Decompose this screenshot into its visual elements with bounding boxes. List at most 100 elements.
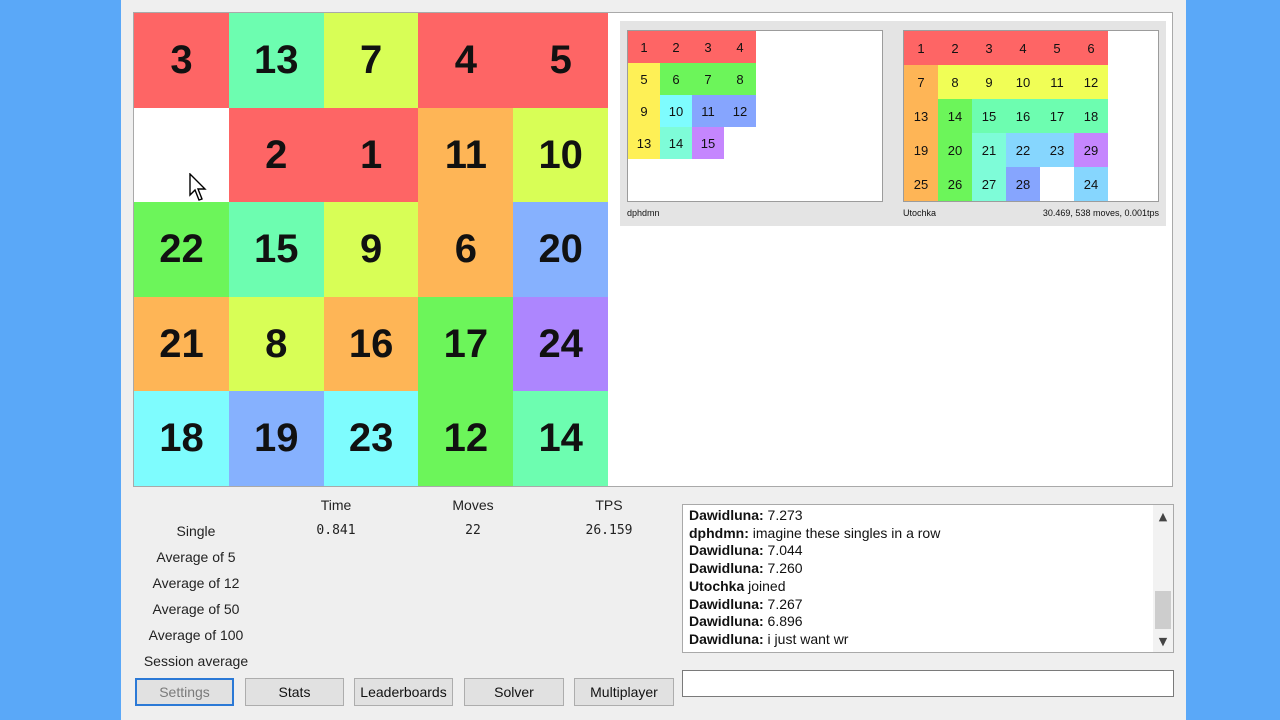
scroll-up-icon[interactable]: ▲ xyxy=(1153,507,1173,525)
puzzle-tile[interactable]: 16 xyxy=(323,296,419,392)
puzzle-tile[interactable]: 24 xyxy=(513,296,609,392)
mini-tile: 6 xyxy=(660,63,692,95)
settings-button[interactable]: Settings xyxy=(135,678,234,706)
puzzle-tile[interactable]: 3 xyxy=(134,13,229,108)
mini-tile: 13 xyxy=(904,99,938,133)
app-window: 3 13 7 4 5 2 1 11 10 22 15 9 6 20 21 8 16 17 24 18 19 23 12 14 … xyxy=(121,0,1186,720)
chat-lines: Dawidluna: 7.273 dphdmn: imagine these si… xyxy=(689,507,1151,649)
puzzle-tile[interactable]: 12 xyxy=(418,391,514,487)
scroll-down-icon[interactable]: ▼ xyxy=(1153,632,1173,650)
puzzle-tile[interactable]: 1 xyxy=(323,107,419,203)
mini-tile: 8 xyxy=(724,63,756,95)
puzzle-tile[interactable]: 23 xyxy=(323,391,419,487)
puzzle-tile[interactable]: 8 xyxy=(228,296,324,392)
leaderboards-button[interactable]: Leaderboards xyxy=(354,678,453,706)
puzzle-tile[interactable]: 14 xyxy=(513,391,609,487)
puzzle-tile[interactable]: 2 xyxy=(228,107,324,203)
mini-tile: 3 xyxy=(972,31,1006,65)
puzzle-tile[interactable]: 6 xyxy=(418,202,514,298)
chat-message: Utochka joined xyxy=(689,578,1151,596)
mini-tile: 9 xyxy=(628,95,660,127)
chat-message: Dawidluna: 7.273 xyxy=(689,507,1151,525)
board-panel: 3 13 7 4 5 2 1 11 10 22 15 9 6 20 21 8 16 17 24 18 19 23 12 14 … xyxy=(133,12,1173,487)
scroll-thumb[interactable] xyxy=(1155,591,1171,629)
mini-tile: 25 xyxy=(904,167,938,201)
puzzle-tile[interactable]: 9 xyxy=(323,202,419,298)
puzzle-tile[interactable]: 21 xyxy=(134,296,229,392)
puzzle-tile[interactable]: 18 xyxy=(134,391,229,487)
puzzle-tile[interactable]: 7 xyxy=(323,13,419,108)
mini-tile: 15 xyxy=(692,127,724,159)
chat-message: Dawidluna: 6.896 xyxy=(689,613,1151,631)
chat-log[interactable]: Dawidluna: 7.273 dphdmn: imagine these si… xyxy=(682,504,1174,653)
stats-table: Time Moves TPS Single 0.841 22 26.159 Av… xyxy=(121,495,681,675)
mini-tile: 16 xyxy=(1006,99,1040,133)
puzzle-tile[interactable]: 15 xyxy=(228,202,324,298)
player-result: 30.469, 538 moves, 0.001tps xyxy=(1042,208,1159,218)
mini-tile: 12 xyxy=(1074,65,1108,99)
chat-username: Dawidluna: xyxy=(689,507,764,523)
chat-username: Dawidluna: xyxy=(689,630,764,647)
puzzle-tile[interactable]: 5 xyxy=(513,13,609,108)
chat-scrollbar[interactable]: ▲ ▼ xyxy=(1153,505,1173,652)
puzzle-tile[interactable]: 22 xyxy=(134,202,229,298)
row-label: Average of 50 xyxy=(152,601,240,617)
puzzle-tile[interactable]: 19 xyxy=(228,391,324,487)
mini-tile: 5 xyxy=(1040,31,1074,65)
chat-input[interactable] xyxy=(682,670,1174,697)
chat-text: 7.267 xyxy=(763,595,803,612)
puzzle-tile[interactable]: 13 xyxy=(228,13,324,108)
chat-username: Utochka xyxy=(689,577,745,594)
main-puzzle-board[interactable]: 3 13 7 4 5 2 1 11 10 22 15 9 6 20 21 8 16 17 24 18 19 23 12 14 xyxy=(134,13,609,487)
mini-tile: 19 xyxy=(904,133,938,167)
mini-tile: 5 xyxy=(628,63,660,95)
mini-tile: 10 xyxy=(1006,65,1040,99)
chat-username: Dawidluna: xyxy=(689,595,764,612)
mini-tile: 4 xyxy=(1006,31,1040,65)
mini-tile: 2 xyxy=(938,31,972,65)
chat-text: joined xyxy=(744,577,786,594)
mini-tile: 8 xyxy=(938,65,972,99)
chat-message: Dawidluna: 7.267 xyxy=(689,596,1151,614)
solver-button[interactable]: Solver xyxy=(464,678,564,706)
chat-message: dphdmn: imagine these singles in a row xyxy=(689,525,1151,543)
puzzle-tile[interactable]: 10 xyxy=(513,107,609,203)
row-label: Session average xyxy=(143,653,249,669)
mini-tile: 14 xyxy=(660,127,692,159)
multiplayer-button[interactable]: Multiplayer xyxy=(574,678,674,706)
chat-username: Dawidluna: xyxy=(689,613,764,630)
chat-text: 7.273 xyxy=(763,507,803,523)
mini-tile: 28 xyxy=(1006,167,1040,201)
player-board-utochka: 1 2 3 4 5 6 7 8 9 10 11 12 13 14 15 16 17 18 19 20 21 22 23 29 2… xyxy=(903,30,1159,202)
chat-username: Dawidluna: xyxy=(689,560,764,577)
mini-tile: 29 xyxy=(1074,133,1108,167)
mouse-cursor-icon xyxy=(189,173,207,201)
puzzle-tile[interactable]: 20 xyxy=(513,202,609,298)
chat-text: i just want wr xyxy=(763,630,849,647)
empty-tile[interactable] xyxy=(134,107,229,203)
stats-button[interactable]: Stats xyxy=(245,678,344,706)
mini-tile: 21 xyxy=(972,133,1006,167)
mini-tile: 1 xyxy=(904,31,938,65)
mini-tile: 22 xyxy=(1006,133,1040,167)
puzzle-tile[interactable]: 17 xyxy=(418,296,514,392)
mini-tile: 11 xyxy=(1040,65,1074,99)
single-moves: 22 xyxy=(465,523,481,538)
mini-tile: 10 xyxy=(660,95,692,127)
row-label: Average of 12 xyxy=(152,575,240,591)
puzzle-tile[interactable]: 11 xyxy=(418,107,514,203)
row-label: Average of 5 xyxy=(156,549,236,565)
mini-tile: 26 xyxy=(938,167,972,201)
mini-tile: 1 xyxy=(628,31,660,63)
chat-text: 6.896 xyxy=(763,613,803,630)
mini-tile: 13 xyxy=(628,127,660,159)
header-tps: TPS xyxy=(595,497,623,513)
mini-tile: 6 xyxy=(1074,31,1108,65)
mini-tile: 7 xyxy=(904,65,938,99)
player-board-dphdmn: 1 2 3 4 5 6 7 8 9 10 11 12 13 14 15 xyxy=(627,30,883,202)
mini-tile: 4 xyxy=(724,31,756,63)
chat-username: dphdmn: xyxy=(689,524,749,541)
mini-tile: 27 xyxy=(972,167,1006,201)
mini-tile: 18 xyxy=(1074,99,1108,133)
puzzle-tile[interactable]: 4 xyxy=(418,13,514,108)
